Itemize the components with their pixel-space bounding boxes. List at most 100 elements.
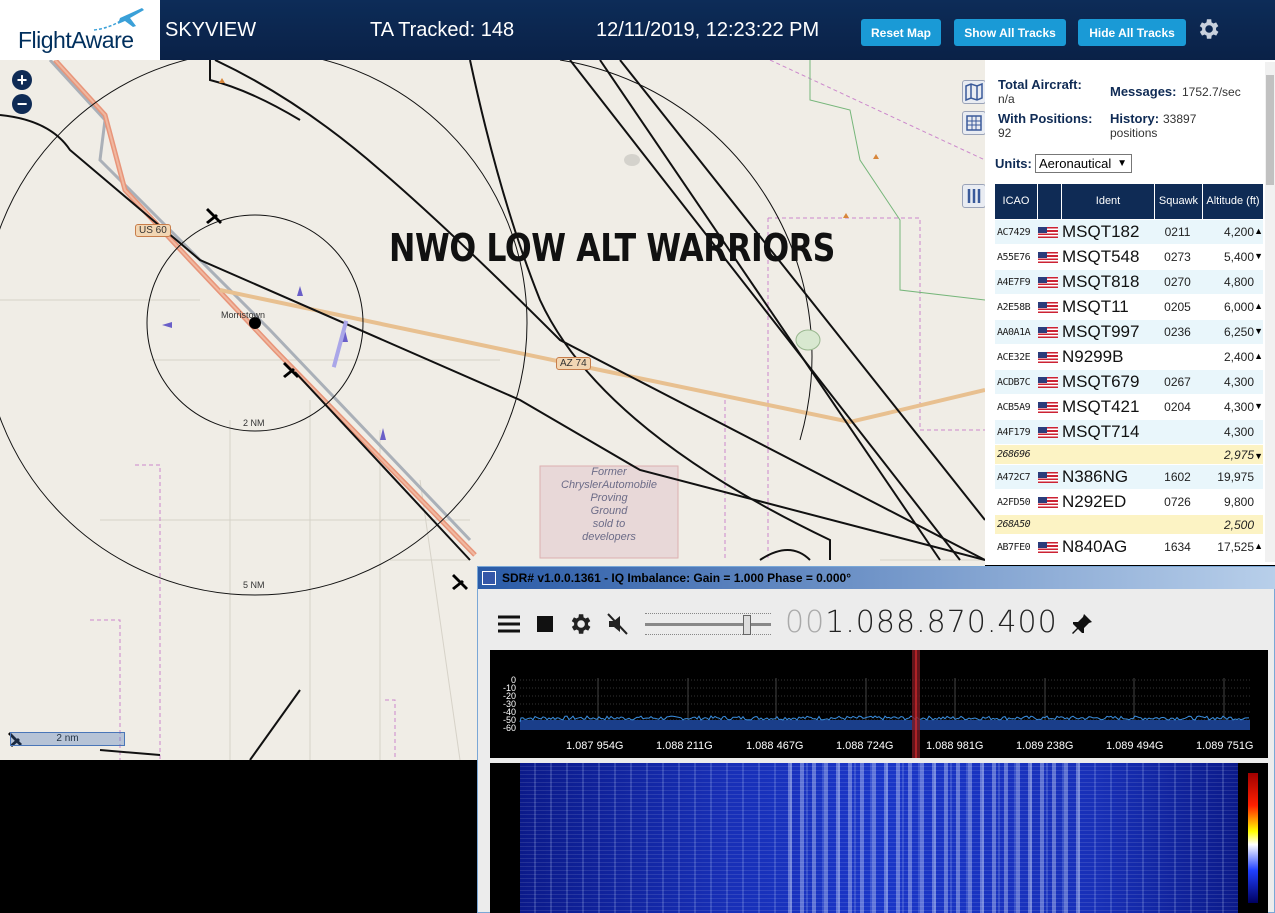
table-row[interactable]: A2FD50 N292ED 0726 9,800 [995,490,1263,515]
table-row[interactable]: A472C7 N386NG 1602 19,975 [995,465,1263,490]
frequency-display[interactable]: 001.088.870.400 [785,605,1058,640]
cell-squawk: 0270 [1164,275,1191,289]
flightaware-logo[interactable]: FlightAware [0,0,160,60]
cell-ident: MSQT11 [1062,297,1129,316]
ring-2nm-label: 2 NM [243,418,265,428]
table-row[interactable]: A55E76 MSQT548 0273 5,400 ▼ [995,245,1263,270]
show-all-tracks-button[interactable]: Show All Tracks [954,19,1066,46]
table-row[interactable]: A4F179 MSQT714 4,300 [995,420,1263,445]
cell-ident: MSQT818 [1062,272,1140,291]
us-flag-icon [1038,326,1058,338]
sdr-title-bar[interactable]: SDR# v1.0.0.1361 - IQ Imbalance: Gain = … [478,567,1275,589]
grid-icon[interactable] [962,111,985,135]
cell-altitude: 19,975 [1217,470,1254,484]
units-select[interactable]: Aeronautical ▼ [1035,154,1132,173]
cell-flag [1038,226,1062,238]
cell-squawk: 0726 [1164,495,1191,509]
gear-icon[interactable] [567,611,593,637]
volume-slider-thumb[interactable] [743,615,751,635]
table-row[interactable]: AC7429 MSQT182 0211 4,200 ▲ [995,220,1263,245]
aircraft-table-body: AC7429 MSQT182 0211 4,200 ▲ A55E76 MSQT548 0273… [995,220,1263,560]
cell-icao: 268696 [997,449,1031,460]
th-squawk[interactable]: Squawk [1155,184,1203,219]
cell-icao: AC7429 [997,226,1031,238]
freq-tick-label: 1.088 467G [746,740,804,752]
table-row[interactable]: 268A50 2,500 [995,515,1263,535]
table-row[interactable]: AA0A1A MSQT997 0236 6,250 ▼ [995,320,1263,345]
map-layer-icon[interactable] [962,80,985,104]
panel-scroll-thumb[interactable] [1266,75,1274,185]
table-row[interactable]: 268696 2,975 ▼ [995,445,1263,465]
us-flag-icon [1038,351,1058,363]
waterfall-display[interactable] [490,763,1268,913]
us-flag-icon [1038,376,1058,388]
th-ident[interactable]: Ident [1062,184,1155,219]
zoom-out-button[interactable]: − [12,94,32,114]
cell-flag [1038,251,1062,263]
zoom-in-button[interactable]: + [12,70,32,90]
skyview-page: { "header": { "logo_text": "FlightAware"… [0,0,1275,913]
cell-flag [1038,401,1062,413]
hide-all-tracks-button[interactable]: Hide All Tracks [1078,19,1186,46]
menu-icon[interactable] [496,611,522,637]
cell-flag [1038,471,1062,483]
stop-icon[interactable] [535,611,555,637]
volume-slider[interactable] [645,613,771,635]
waterfall-bright-band [780,763,1080,913]
cell-ident: MSQT714 [1062,422,1140,441]
app-name: SKYVIEW [165,19,257,41]
gear-icon[interactable] [1195,16,1221,42]
us-flag-icon [1038,471,1058,483]
table-row[interactable]: A4E7F9 MSQT818 0270 4,800 [995,270,1263,295]
table-row[interactable]: AB7FE0 N840AG 1634 17,525 ▲ [995,535,1263,560]
spectrum-display[interactable]: 0 -10 -20 -30 -40 -50 -60 1.087 954G 1.0… [490,650,1268,758]
cell-flag [1038,301,1062,313]
freq-tick-label: 1.087 954G [566,740,624,752]
cell-flag [1038,276,1062,288]
proving-line: Proving [590,492,628,504]
us-flag-icon [1038,276,1058,288]
history-label: History: [1110,111,1160,126]
descend-arrow-icon: ▼ [1254,326,1263,336]
cell-flag [1038,496,1062,508]
th-flag[interactable] [1038,184,1062,219]
cell-squawk: 0211 [1164,225,1191,239]
table-row[interactable]: A2E58B MSQT11 0205 6,000 ▲ [995,295,1263,320]
cell-icao: A4F179 [997,426,1031,438]
az74-shield: AZ 74 [556,357,591,370]
reset-map-button[interactable]: Reset Map [861,19,941,46]
history-unit: positions [1110,126,1158,140]
ring-5nm-label: 5 NM [243,580,265,590]
cell-icao: 268A50 [997,519,1031,530]
logo-text: FlightAware [18,27,134,53]
freq-tick-label: 1.088 724G [836,740,894,752]
cell-altitude: 4,800 [1223,275,1254,289]
total-aircraft-value: n/a [998,92,1015,106]
climb-arrow-icon: ▲ [1254,301,1263,311]
cell-icao: A2E58B [997,301,1031,313]
mute-icon[interactable] [605,611,631,637]
th-altitude[interactable]: Altitude (ft) [1203,184,1263,219]
messages-label: Messages: [1110,84,1177,99]
freq-tick-label: 1.089 751G [1196,740,1254,752]
cell-flag [1038,326,1062,338]
columns-icon[interactable] [962,184,985,208]
cell-altitude: 6,250 [1223,325,1254,339]
descend-arrow-icon: ▼ [1254,251,1263,261]
cell-flag [1038,376,1062,388]
db-label: -60 [502,723,516,733]
descend-arrow-icon: ▼ [1254,401,1263,411]
freq-tick-label: 1.088 981G [926,740,984,752]
table-row[interactable]: ACB5A9 MSQT421 0204 4,300 ▼ [995,395,1263,420]
table-row[interactable]: ACDB7C MSQT679 0267 4,300 [995,370,1263,395]
sdr-window: SDR# v1.0.0.1361 - IQ Imbalance: Gain = … [477,566,1275,913]
with-positions-value: 92 [998,126,1012,140]
table-row[interactable]: ACE32E N9299B 2,400 ▲ [995,345,1263,370]
cell-icao: A472C7 [997,471,1031,483]
with-positions-label: With Positions: [998,111,1093,126]
cell-squawk: 0204 [1164,400,1191,414]
freq-tick-label: 1.089 238G [1016,740,1074,752]
cell-flag [1038,351,1062,363]
pin-icon[interactable] [1070,612,1094,636]
th-icao[interactable]: ICAO [995,184,1038,219]
